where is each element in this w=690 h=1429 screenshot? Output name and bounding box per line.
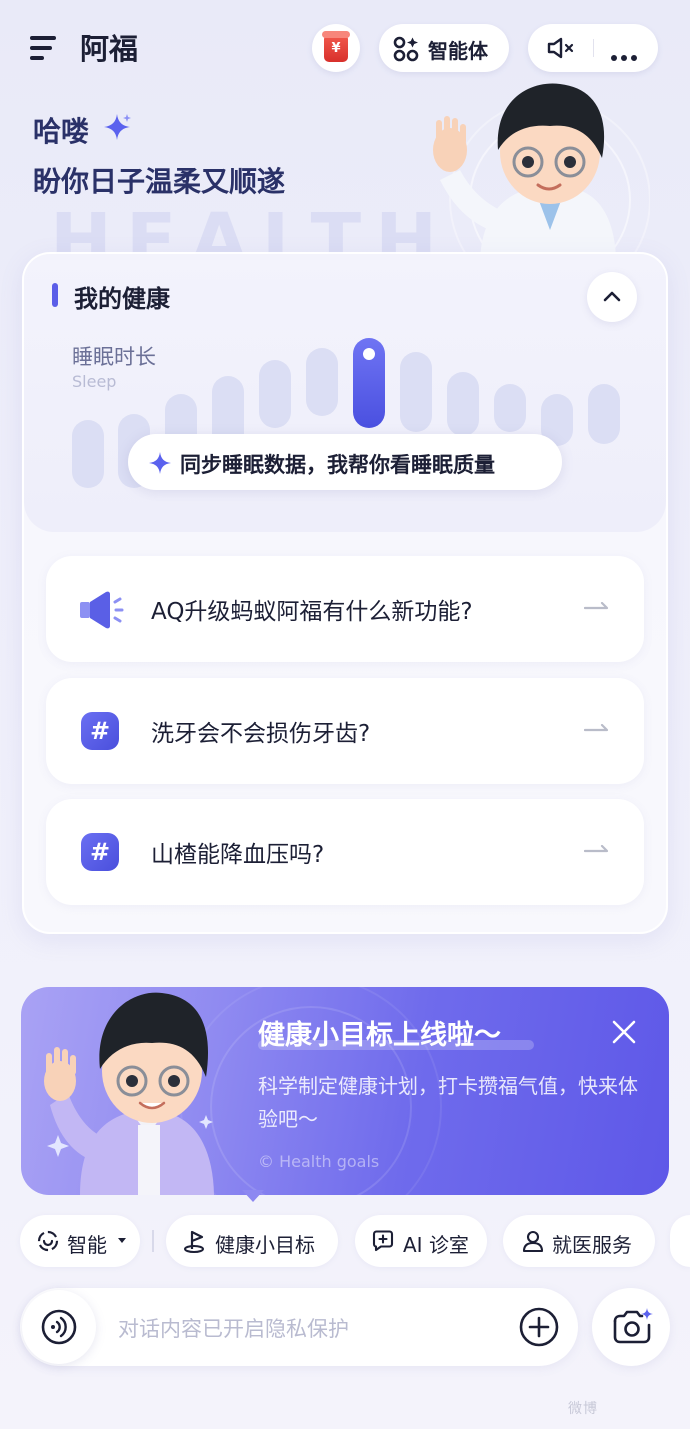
chat-input-placeholder[interactable]: 对话内容已开启隐私保护 [118,1313,349,1343]
question-text: AQ升级蚂蚁阿福有什么新功能? [151,599,473,625]
hash-icon: # [81,712,119,750]
chip-medical-service[interactable]: 就医服务 [503,1215,655,1267]
camera-icon [613,1308,653,1344]
sleep-bar [588,384,620,444]
banner-footer: © Health goals [258,1152,380,1171]
chip-health-goals[interactable]: 健康小目标 [166,1215,338,1267]
plus-icon[interactable] [518,1306,560,1348]
sleep-bar [306,348,338,416]
section-accent-bar [52,283,58,307]
character-avatar-image [44,992,214,1195]
chip-label: 智能 [67,1233,107,1257]
app-title: 阿福 [80,32,139,66]
doctor-avatar-image [433,83,650,260]
camera-button[interactable] [592,1288,670,1366]
speaker-icon [80,591,124,629]
chip-smart-mode[interactable]: 智能 [20,1215,140,1267]
watermark-text: 微博 [568,1401,598,1417]
collapse-button[interactable] [587,272,637,322]
coin-jar-icon: ¥ [322,31,350,62]
sleep-bar [400,352,432,432]
hash-icon: # [81,833,119,871]
sleep-metric-label: 睡眠时长 [72,345,156,369]
chip-label: 就医服务 [552,1233,632,1257]
chevron-up-icon [603,291,621,302]
chip-label: AI 诊室 [403,1233,469,1257]
voice-icon [41,1309,77,1345]
more-icon[interactable] [611,46,641,65]
sleep-metric-label-en: Sleep [72,372,117,391]
arrow-right-icon [584,602,609,610]
caret-down-icon [118,1238,126,1243]
voice-input-button[interactable] [22,1290,96,1364]
greeting-hello: 哈喽 [33,115,90,148]
chip-overflow[interactable] [670,1215,690,1267]
chip-label: 健康小目标 [215,1233,315,1257]
question-text: 洗牙会不会损伤牙齿? [151,721,371,747]
divider [152,1230,154,1252]
close-icon[interactable] [610,1018,638,1046]
sleep-bar-selected[interactable] [353,338,385,428]
sleep-bar [447,372,479,436]
chat-plus-icon [372,1230,394,1252]
question-text: 山楂能降血压吗? [151,842,325,868]
arrow-right-icon [584,845,609,853]
sleep-bar [494,384,526,432]
banner-pointer [242,1190,264,1202]
sleep-bar [259,360,291,428]
banner-description: 科学制定健康计划，打卡攒福气值，快来体验吧～ [258,1074,638,1131]
divider [593,39,594,57]
sync-sleep-label: 同步睡眠数据，我帮你看睡眠质量 [180,453,495,477]
sleep-bar [72,420,104,488]
grid-icon [393,36,419,62]
chip-ai-clinic[interactable]: AI 诊室 [355,1215,487,1267]
sparkle-icon [104,114,131,140]
menu-icon[interactable] [30,34,60,62]
agent-label: 智能体 [428,39,488,63]
doctor-icon [522,1230,544,1253]
question-card[interactable]: AQ升级蚂蚁阿福有什么新功能? [46,556,644,662]
greeting-subtitle: 盼你日子温柔又顺遂 [33,165,286,198]
goal-flag-icon [184,1230,204,1253]
banner-title: 健康小目标上线啦～ [258,1020,501,1051]
agent-button[interactable]: 智能体 [379,24,509,72]
smart-mode-icon [37,1230,59,1252]
coin-jar-button[interactable]: ¥ [312,24,360,72]
arrow-right-icon [584,724,609,732]
question-card[interactable]: # 洗牙会不会损伤牙齿? [46,678,644,784]
mute-icon[interactable] [546,36,576,60]
header-actions [528,24,658,72]
question-card[interactable]: # 山楂能降血压吗? [46,799,644,905]
sync-sleep-button[interactable]: 同步睡眠数据，我帮你看睡眠质量 [128,434,562,490]
health-card-title: 我的健康 [74,285,170,313]
sparkle-icon [149,452,171,474]
